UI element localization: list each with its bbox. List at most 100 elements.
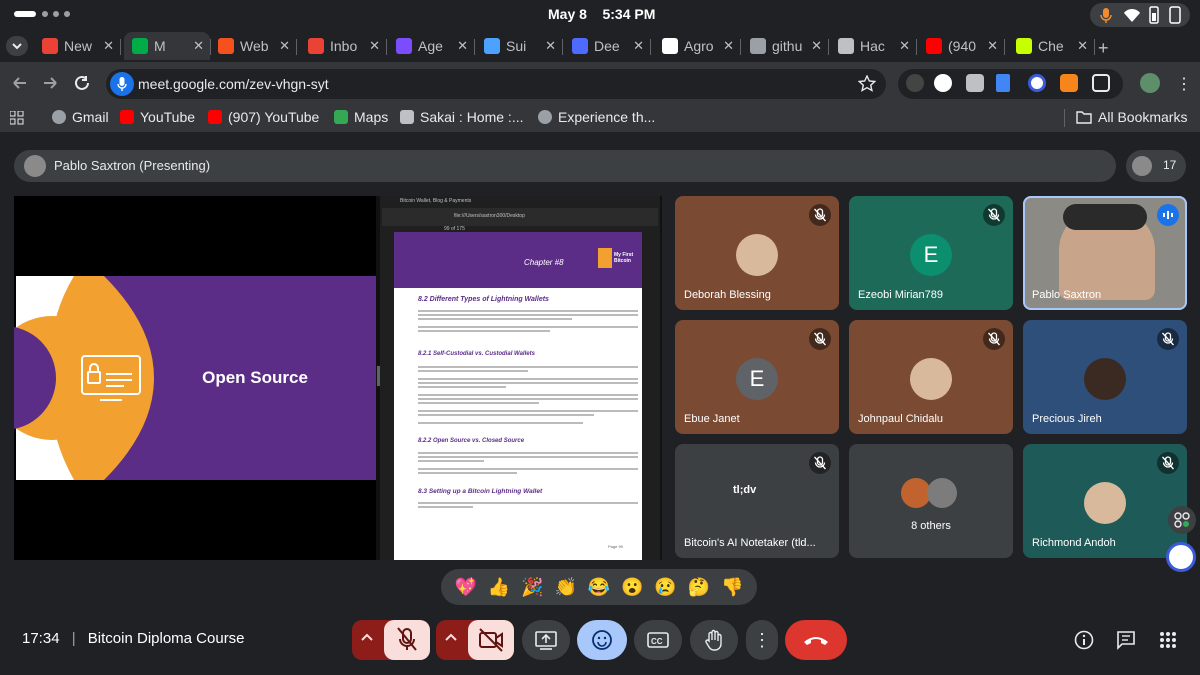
profile-avatar[interactable] — [1140, 73, 1160, 93]
tab-gmail[interactable]: New ✕ — [34, 32, 121, 60]
participant-tile[interactable]: E Ebue Janet — [675, 320, 839, 434]
meeting-details-button[interactable] — [1074, 630, 1094, 655]
participant-tile[interactable]: 8 others — [849, 444, 1013, 558]
doc-paragraph — [418, 450, 638, 476]
reaction-emoji[interactable]: 👏 — [554, 577, 576, 598]
reaction-emoji[interactable]: 😢 — [654, 577, 676, 598]
metamask-icon[interactable] — [1060, 74, 1078, 92]
leave-call-button[interactable] — [785, 620, 847, 660]
all-bookmarks-button[interactable]: All Bookmarks — [1076, 109, 1187, 125]
bookmark-item[interactable]: (907) YouTube — [208, 109, 319, 125]
stage-divider — [377, 366, 380, 386]
browser-menu-icon[interactable]: ⋮ — [1176, 74, 1192, 94]
extension-puzzle-icon[interactable] — [906, 74, 924, 92]
reaction-emoji[interactable]: 👎 — [721, 577, 743, 598]
tab-deep[interactable]: Dee ✕ — [564, 32, 651, 60]
reaction-emoji[interactable]: 💖 — [454, 577, 476, 598]
participant-tile[interactable]: E Ezeobi Mirian789 — [849, 196, 1013, 310]
bookmark-item[interactable]: Experience th... — [538, 109, 655, 125]
activities-button[interactable] — [1168, 506, 1196, 534]
tab-che[interactable]: Che ✕ — [1008, 32, 1095, 60]
reaction-emoji[interactable]: 👍 — [488, 577, 510, 598]
svg-text:CC: CC — [651, 637, 663, 646]
extension-chatgpt-icon[interactable] — [934, 74, 952, 92]
bookmark-item[interactable]: Maps — [334, 109, 388, 125]
participant-tile[interactable]: Richmond Andoh — [1023, 444, 1187, 558]
close-tab-icon[interactable]: ✕ — [899, 38, 910, 54]
participant-tile[interactable]: Johnpaul Chidalu — [849, 320, 1013, 434]
present-button[interactable] — [522, 620, 570, 660]
close-tab-icon[interactable]: ✕ — [723, 38, 734, 54]
participant-tile[interactable]: Precious Jireh — [1023, 320, 1187, 434]
participants-button[interactable]: 17 — [1126, 150, 1186, 182]
mic-toggle-button[interactable] — [384, 620, 430, 660]
participant-tile[interactable]: Pablo Saxtron — [1023, 196, 1187, 310]
clock[interactable]: May 8 5:34 PM — [548, 6, 655, 22]
chat-button[interactable] — [1116, 630, 1136, 655]
captions-button[interactable]: CC — [634, 620, 682, 660]
shelf-dot — [64, 11, 70, 17]
camera-options-button[interactable] — [444, 630, 458, 649]
close-tab-icon[interactable]: ✕ — [811, 38, 822, 54]
activities-menu-button[interactable] — [1158, 630, 1178, 655]
bookmark-label: Maps — [354, 109, 389, 125]
notification-icon — [1169, 6, 1181, 24]
participant-photo-avatar — [736, 234, 778, 276]
close-tab-icon[interactable]: ✕ — [987, 38, 998, 54]
more-options-button[interactable]: ⋮ — [746, 620, 778, 660]
close-tab-icon[interactable]: ✕ — [633, 38, 644, 54]
reaction-emoji[interactable]: 😮 — [621, 577, 643, 598]
tab-agent[interactable]: Age ✕ — [388, 32, 475, 60]
tab-label: Hac — [860, 38, 885, 54]
close-tab-icon[interactable]: ✕ — [545, 38, 556, 54]
mic-permission-icon[interactable] — [110, 72, 134, 96]
system-tray[interactable] — [1090, 3, 1190, 27]
tab-inbox[interactable]: Inbo ✕ — [300, 32, 387, 60]
close-tab-icon[interactable]: ✕ — [193, 38, 204, 54]
extensions-icon[interactable] — [1092, 74, 1110, 92]
participant-tile[interactable]: Deborah Blessing — [675, 196, 839, 310]
bookmark-item[interactable]: YouTube — [120, 109, 195, 125]
close-tab-icon[interactable]: ✕ — [1077, 38, 1088, 54]
launcher-indicator[interactable] — [14, 11, 36, 17]
tab-youtube[interactable]: (940 ✕ — [918, 32, 1005, 60]
apps-grid-icon[interactable] — [10, 111, 24, 125]
close-tab-icon[interactable]: ✕ — [103, 38, 114, 54]
reactions-button[interactable] — [577, 620, 627, 660]
raise-hand-button[interactable] — [690, 620, 738, 660]
camera-toggle-button[interactable] — [468, 620, 514, 660]
tab-meet[interactable]: M ✕ — [124, 32, 211, 60]
tab-search-button[interactable] — [6, 36, 28, 56]
tab-sui[interactable]: Sui ✕ — [476, 32, 563, 60]
tab-hac[interactable]: Hac ✕ — [830, 32, 917, 60]
muted-icon — [809, 452, 831, 474]
bookmark-item[interactable]: Sakai : Home :... — [400, 109, 523, 125]
bot-assistant-icon[interactable] — [1166, 542, 1196, 572]
camera-extension-icon[interactable] — [966, 74, 984, 92]
address-bar[interactable]: meet.google.com/zev-vhgn-syt — [106, 69, 886, 99]
tab-globe[interactable]: githu ✕ — [742, 32, 829, 60]
reaction-emoji[interactable]: 😂 — [588, 577, 610, 598]
participant-tile[interactable]: tl;dv Bitcoin's AI Notetaker (tld... — [675, 444, 839, 558]
bot-extension-icon[interactable] — [1028, 74, 1046, 92]
tab-github[interactable]: Agro ✕ — [654, 32, 741, 60]
new-tab-button[interactable]: + — [1098, 38, 1109, 59]
docs-extension-icon[interactable] — [996, 74, 1010, 92]
close-tab-icon[interactable]: ✕ — [457, 38, 468, 54]
close-tab-icon[interactable]: ✕ — [279, 38, 290, 54]
doc-chapter: Chapter #8 — [524, 258, 564, 267]
bookmark-star-icon[interactable] — [858, 75, 876, 93]
more-vert-icon: ⋮ — [753, 629, 771, 650]
participant-photo-avatar — [1084, 358, 1126, 400]
close-tab-icon[interactable]: ✕ — [369, 38, 380, 54]
hac-icon — [838, 38, 854, 54]
presenting-banner[interactable]: Pablo Saxtron (Presenting) — [14, 150, 1116, 182]
reaction-emoji[interactable]: 🎉 — [521, 577, 543, 598]
mic-options-button[interactable] — [360, 630, 374, 649]
tab-web[interactable]: Web ✕ — [210, 32, 297, 60]
bookmark-item[interactable]: Gmail — [52, 109, 109, 125]
apps-grid-icon — [1160, 632, 1176, 648]
reaction-emoji[interactable]: 🤔 — [688, 577, 710, 598]
tldv-logo: tl;dv — [733, 484, 757, 496]
meet-call-area: Pablo Saxtron (Presenting) 17 Open Sourc… — [0, 132, 1200, 675]
